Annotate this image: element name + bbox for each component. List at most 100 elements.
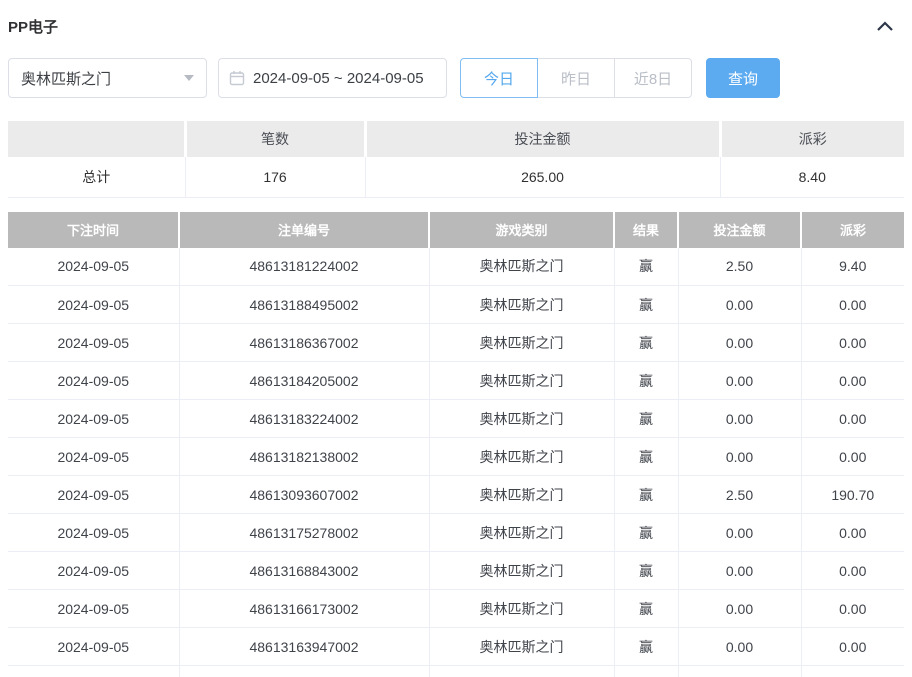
summary-header-count: 笔数 — [185, 121, 365, 157]
payout-cell: 0.00 — [801, 590, 904, 628]
payout-cell: 0.00 — [801, 400, 904, 438]
quick-date-group: 今日 昨日 近8日 — [460, 58, 692, 98]
table-cell — [179, 666, 429, 677]
last-8-days-button[interactable]: 近8日 — [614, 58, 692, 98]
table-row: 2024-09-0548613163947002奥林匹斯之门赢0.000.00 — [8, 628, 904, 666]
result-cell: 赢 — [614, 476, 678, 514]
payout-cell: 0.00 — [801, 362, 904, 400]
bet-time-cell: 2024-09-05 — [8, 438, 179, 476]
order-id-cell: 48613166173002 — [179, 590, 429, 628]
order-id-cell: 48613093607002 — [179, 476, 429, 514]
bet-amount-cell: 0.00 — [678, 628, 801, 666]
table-row: 2024-09-0548613168843002奥林匹斯之门赢0.000.00 — [8, 552, 904, 590]
detail-header-bet-amount: 投注金额 — [678, 212, 801, 248]
bet-time-cell: 2024-09-05 — [8, 476, 179, 514]
bet-time-cell: 2024-09-05 — [8, 286, 179, 324]
detail-header-game-type: 游戏类别 — [429, 212, 614, 248]
summary-header-bet-amount: 投注金额 — [365, 121, 720, 157]
bet-time-cell: 2024-09-05 — [8, 514, 179, 552]
result-cell: 赢 — [614, 248, 678, 286]
order-id-cell: 48613186367002 — [179, 324, 429, 362]
game-select-value: 奥林匹斯之门 — [21, 68, 111, 89]
game-type-cell: 奥林匹斯之门 — [429, 400, 614, 438]
summary-header-row: 笔数 投注金额 派彩 — [8, 121, 904, 157]
result-cell: 赢 — [614, 362, 678, 400]
table-row: 2024-09-0548613186367002奥林匹斯之门赢0.000.00 — [8, 324, 904, 362]
bet-records-table: 下注时间 注单编号 游戏类别 结果 投注金额 派彩 2024-09-054861… — [8, 212, 904, 677]
bet-amount-cell: 0.00 — [678, 362, 801, 400]
result-cell: 赢 — [614, 590, 678, 628]
query-button[interactable]: 查询 — [706, 58, 780, 98]
order-id-cell: 48613163947002 — [179, 628, 429, 666]
bet-time-cell: 2024-09-05 — [8, 400, 179, 438]
payout-cell: 0.00 — [801, 552, 904, 590]
payout-cell: 0.00 — [801, 438, 904, 476]
table-row: 2024-09-0548613175278002奥林匹斯之门赢0.000.00 — [8, 514, 904, 552]
bet-time-cell: 2024-09-05 — [8, 248, 179, 286]
filter-bar: 奥林匹斯之门 2024-09-05 ~ 2024-09-05 今日 昨日 近8日… — [8, 58, 904, 98]
game-type-cell: 奥林匹斯之门 — [429, 514, 614, 552]
table-cell — [678, 666, 801, 677]
summary-total-payout: 8.40 — [720, 157, 904, 197]
table-cell — [429, 666, 614, 677]
bet-amount-cell: 0.00 — [678, 552, 801, 590]
bet-amount-cell: 0.00 — [678, 400, 801, 438]
summary-table: 笔数 投注金额 派彩 总计 176 265.00 8.40 — [8, 121, 904, 198]
table-row: 2024-09-0548613188495002奥林匹斯之门赢0.000.00 — [8, 286, 904, 324]
pp-electronic-panel: PP电子 奥林匹斯之门 2024-09-05 ~ 2024-09-05 — [0, 0, 912, 677]
summary-total-row: 总计 176 265.00 8.40 — [8, 157, 904, 197]
game-type-cell: 奥林匹斯之门 — [429, 552, 614, 590]
summary-header-payout: 派彩 — [720, 121, 904, 157]
game-type-cell: 奥林匹斯之门 — [429, 476, 614, 514]
payout-cell: 9.40 — [801, 248, 904, 286]
table-cell — [614, 666, 678, 677]
detail-header-row: 下注时间 注单编号 游戏类别 结果 投注金额 派彩 — [8, 212, 904, 248]
bet-amount-cell: 2.50 — [678, 476, 801, 514]
summary-header-blank — [8, 121, 185, 157]
order-id-cell: 48613188495002 — [179, 286, 429, 324]
game-type-cell: 奥林匹斯之门 — [429, 362, 614, 400]
bet-time-cell: 2024-09-05 — [8, 362, 179, 400]
bet-time-cell: 2024-09-05 — [8, 552, 179, 590]
summary-total-count: 176 — [185, 157, 365, 197]
bet-amount-cell: 0.00 — [678, 438, 801, 476]
bet-amount-cell: 0.00 — [678, 324, 801, 362]
result-cell: 赢 — [614, 324, 678, 362]
bet-time-cell: 2024-09-05 — [8, 324, 179, 362]
detail-header-result: 结果 — [614, 212, 678, 248]
date-range-picker[interactable]: 2024-09-05 ~ 2024-09-05 — [218, 58, 447, 98]
bet-amount-cell: 0.00 — [678, 514, 801, 552]
order-id-cell: 48613181224002 — [179, 248, 429, 286]
order-id-cell: 48613175278002 — [179, 514, 429, 552]
page-title: PP电子 — [8, 16, 58, 37]
result-cell: 赢 — [614, 552, 678, 590]
bet-amount-cell: 2.50 — [678, 248, 801, 286]
detail-header-payout: 派彩 — [801, 212, 904, 248]
game-select[interactable]: 奥林匹斯之门 — [8, 58, 207, 98]
yesterday-button[interactable]: 昨日 — [537, 58, 615, 98]
collapse-panel-button[interactable] — [874, 16, 896, 36]
bet-time-cell: 2024-09-05 — [8, 628, 179, 666]
table-row: 2024-09-0548613184205002奥林匹斯之门赢0.000.00 — [8, 362, 904, 400]
table-row: 2024-09-0548613093607002奥林匹斯之门赢2.50190.7… — [8, 476, 904, 514]
table-row: 2024-09-0548613182138002奥林匹斯之门赢0.000.00 — [8, 438, 904, 476]
result-cell: 赢 — [614, 514, 678, 552]
order-id-cell: 48613168843002 — [179, 552, 429, 590]
detail-header-bet-time: 下注时间 — [8, 212, 179, 248]
detail-header-order-id: 注单编号 — [179, 212, 429, 248]
result-cell: 赢 — [614, 628, 678, 666]
chevron-down-icon — [184, 75, 194, 81]
bet-amount-cell: 0.00 — [678, 590, 801, 628]
chevron-up-icon — [877, 21, 893, 31]
order-id-cell: 48613183224002 — [179, 400, 429, 438]
bet-amount-cell: 0.00 — [678, 286, 801, 324]
panel-header: PP电子 — [8, 16, 904, 36]
game-type-cell: 奥林匹斯之门 — [429, 628, 614, 666]
table-cell — [8, 666, 179, 677]
date-range-value: 2024-09-05 ~ 2024-09-05 — [253, 70, 424, 87]
calendar-icon — [229, 70, 253, 86]
payout-cell: 0.00 — [801, 514, 904, 552]
payout-cell: 0.00 — [801, 628, 904, 666]
summary-total-label: 总计 — [8, 157, 185, 197]
today-button[interactable]: 今日 — [460, 58, 538, 98]
